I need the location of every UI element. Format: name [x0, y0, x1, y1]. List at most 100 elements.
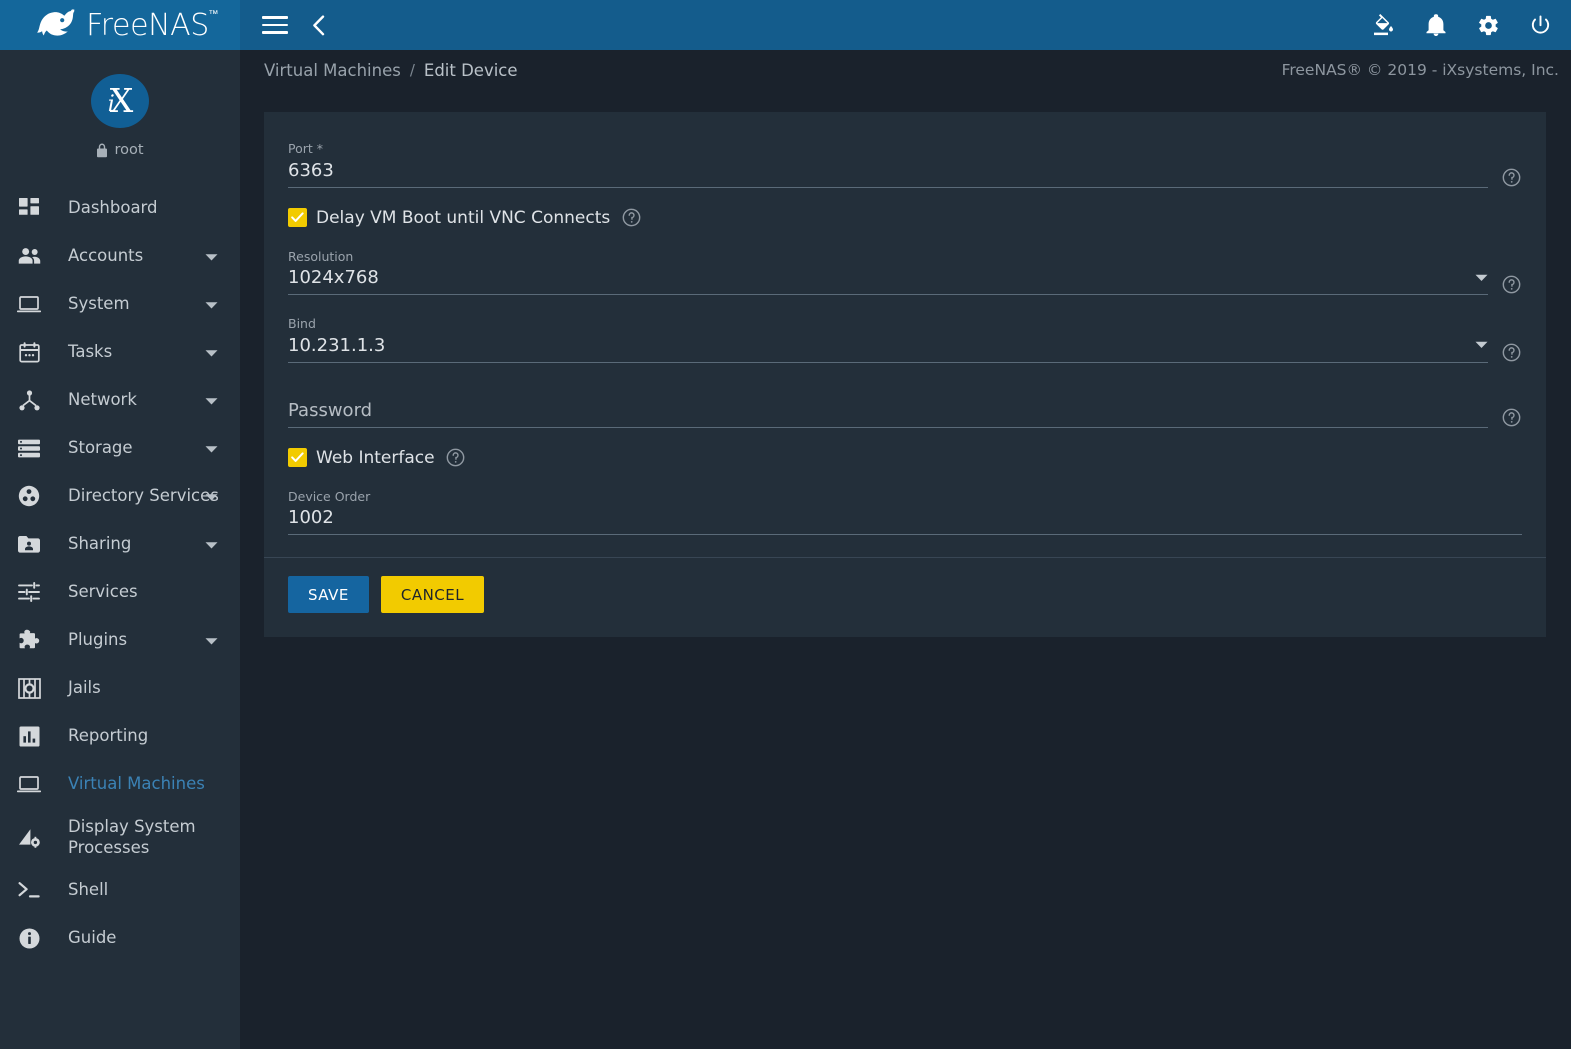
sidebar-menu-list: Dashboard Accounts System Tasks Network …	[0, 184, 240, 962]
sidebar-item-accounts[interactable]: Accounts	[0, 232, 240, 280]
sharing-folder-icon	[13, 535, 45, 553]
web-interface-label: Web Interface	[316, 447, 435, 468]
sidebar-item-label: Display System Processes	[68, 816, 196, 857]
help-circle-icon[interactable]	[1500, 275, 1522, 294]
sidebar-item-jails[interactable]: Jails	[0, 664, 240, 712]
sidebar-item-plugins[interactable]: Plugins	[0, 616, 240, 664]
processes-icon	[13, 827, 45, 848]
sidebar-item-storage[interactable]: Storage	[0, 424, 240, 472]
sidebar-item-reporting[interactable]: Reporting	[0, 712, 240, 760]
theme-paint-icon[interactable]	[1371, 12, 1397, 38]
resolution-label: Resolution	[288, 248, 354, 264]
help-circle-icon[interactable]	[1500, 408, 1522, 427]
network-nodes-icon	[13, 389, 45, 411]
plugins-puzzle-icon	[13, 629, 45, 651]
chevron-down-icon[interactable]	[205, 487, 218, 506]
sidebar-item-sharing[interactable]: Sharing	[0, 520, 240, 568]
sidebar-item-label: Sharing	[68, 534, 132, 554]
chevron-down-icon[interactable]	[205, 247, 218, 266]
chevron-down-icon[interactable]	[205, 295, 218, 314]
sidebar-item-display-system-processes[interactable]: Display System Processes	[0, 808, 240, 866]
password-input[interactable]: Password	[288, 383, 1488, 421]
sidebar-item-dashboard[interactable]: Dashboard	[0, 184, 240, 232]
chevron-left-icon[interactable]	[312, 14, 325, 36]
chevron-down-icon[interactable]	[1475, 341, 1488, 349]
help-circle-icon[interactable]	[1500, 343, 1522, 362]
cancel-button[interactable]: CANCEL	[380, 576, 485, 613]
field-delay-vm-boot: Delay VM Boot until VNC Connects	[288, 208, 1522, 228]
chevron-down-icon[interactable]	[205, 631, 218, 650]
chevron-down-icon[interactable]	[1475, 274, 1488, 282]
delay-vm-boot-label: Delay VM Boot until VNC Connects	[316, 207, 611, 228]
breadcrumb-parent-link[interactable]: Virtual Machines	[264, 61, 401, 80]
field-resolution: Resolution 1024x768	[288, 248, 1522, 295]
sidebar-item-label: Guide	[68, 928, 117, 948]
form-panel-wrapper: Port * 6363 Delay VM Boot until VNC Conn…	[240, 90, 1571, 637]
web-interface-checkbox[interactable]	[288, 448, 307, 467]
username-label: root	[114, 142, 144, 158]
sidebar-item-virtual-machines[interactable]: Virtual Machines	[0, 760, 240, 808]
sidebar-item-label: Reporting	[68, 726, 149, 746]
sidebar-item-label: Virtual Machines	[68, 774, 205, 794]
power-icon[interactable]	[1527, 12, 1553, 38]
app-body: iX root Dashboard Accounts System Tasks …	[0, 50, 1571, 1049]
help-circle-icon[interactable]	[620, 208, 642, 227]
sidebar-item-network[interactable]: Network	[0, 376, 240, 424]
resolution-select[interactable]: 1024x768	[288, 267, 1467, 288]
bind-label: Bind	[288, 316, 316, 331]
port-input[interactable]: 6363	[288, 160, 1488, 181]
chevron-down-icon[interactable]	[205, 343, 218, 362]
sidebar-item-label: Dashboard	[68, 198, 158, 218]
top-bar-right	[240, 0, 1571, 50]
notifications-bell-icon[interactable]	[1423, 12, 1449, 38]
sidebar-navigation: iX root Dashboard Accounts System Tasks …	[0, 50, 240, 1049]
sidebar-item-shell[interactable]: Shell	[0, 866, 240, 914]
settings-gear-icon[interactable]	[1475, 12, 1501, 38]
reporting-chart-icon	[13, 726, 45, 747]
services-sliders-icon	[13, 582, 45, 602]
chevron-down-icon[interactable]	[205, 391, 218, 410]
sidebar-item-services[interactable]: Services	[0, 568, 240, 616]
sidebar-item-label: Tasks	[68, 342, 113, 362]
field-port: Port * 6363	[288, 140, 1522, 188]
sidebar-item-directory-services[interactable]: Directory Services	[0, 472, 240, 520]
sidebar-item-label: Network	[68, 390, 137, 410]
avatar[interactable]: iX	[91, 74, 149, 128]
breadcrumb-current: Edit Device	[423, 60, 518, 80]
help-circle-icon[interactable]	[445, 448, 467, 467]
chevron-down-icon[interactable]	[205, 439, 218, 458]
field-device-order: Device Order 1002	[288, 488, 1522, 535]
hamburger-icon[interactable]	[262, 16, 288, 34]
sidebar-item-guide[interactable]: Guide	[0, 914, 240, 962]
sidebar-item-label: Services	[68, 582, 138, 602]
chevron-down-icon[interactable]	[205, 535, 218, 554]
sidebar-item-system[interactable]: System	[0, 280, 240, 328]
system-laptop-icon	[13, 295, 45, 313]
dashboard-icon	[13, 197, 45, 219]
field-password: Password	[288, 383, 1522, 428]
bind-select[interactable]: 10.231.1.3	[288, 335, 1467, 356]
save-button[interactable]: SAVE	[288, 576, 369, 613]
edit-device-form-card: Port * 6363 Delay VM Boot until VNC Conn…	[264, 112, 1546, 637]
shell-prompt-icon	[13, 881, 45, 899]
form-fields-container: Port * 6363 Delay VM Boot until VNC Conn…	[264, 112, 1546, 557]
sidebar-item-label: Accounts	[68, 246, 144, 266]
device-order-input[interactable]: 1002	[288, 507, 1522, 528]
brand-logo-area[interactable]: FreeNAS ™	[0, 0, 240, 50]
form-action-bar: SAVE CANCEL	[264, 557, 1546, 637]
sidebar-item-tasks[interactable]: Tasks	[0, 328, 240, 376]
freenas-app-window: FreeNAS ™ i X root Dashboard Accounts Sy…	[0, 0, 1571, 1049]
user-profile-block: iX root	[0, 64, 240, 162]
copyright-notice: FreeNAS® © 2019 - iXsystems, Inc.	[1281, 61, 1559, 79]
sidebar-item-label: Plugins	[68, 630, 128, 650]
brand-name-text: FreeNAS	[86, 7, 209, 43]
top-bar: FreeNAS ™	[0, 0, 1571, 50]
storage-disks-icon	[13, 439, 45, 458]
username-row: root	[96, 142, 144, 158]
breadcrumb-separator: /	[409, 61, 415, 79]
port-label: Port *	[288, 141, 324, 156]
delay-vm-boot-checkbox[interactable]	[288, 208, 307, 227]
help-circle-icon[interactable]	[1500, 168, 1522, 187]
top-bar-icon-group	[1371, 12, 1553, 38]
field-web-interface: Web Interface	[288, 448, 1522, 468]
